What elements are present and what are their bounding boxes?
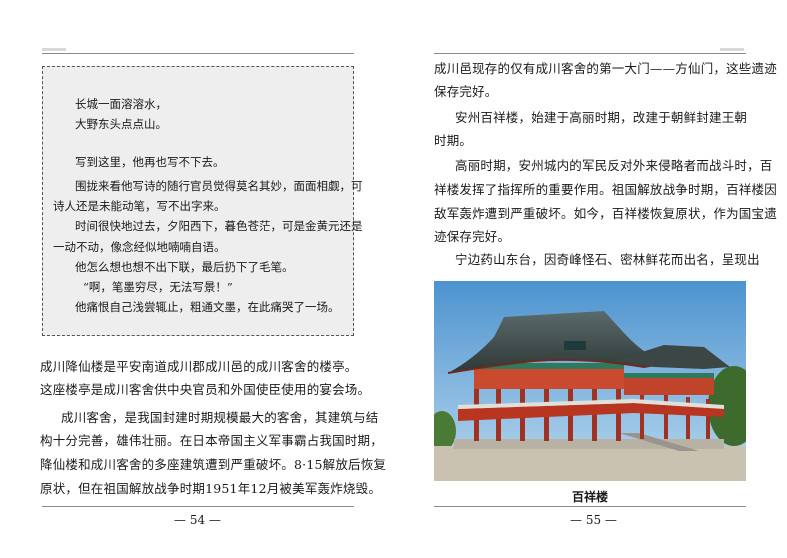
footer-rule bbox=[42, 506, 354, 507]
body-line: 迹保存完好。 bbox=[434, 229, 511, 244]
body-line: 成川客舍，是我国封建时期规模最大的客舍，其建筑与结 bbox=[61, 410, 379, 425]
body-line: 高丽时期，安州城内的军民反对外来侵略者而战斗时，百 bbox=[455, 158, 773, 173]
box-line: 围拢来看他写诗的随行官员觉得莫名其妙，面面相觑，可 bbox=[75, 179, 363, 193]
pavilion-photo bbox=[434, 281, 746, 481]
left-page: 长城一面溶溶水， 大野东头点点山。 写到这里，他再也写不下去。 围拢来看他写诗的… bbox=[0, 0, 393, 558]
box-line: 时间很快地过去，夕阳西下，暮色苍茫，可是金黄元还是 bbox=[75, 219, 363, 233]
box-line: 写到这里，他再也写不下去。 bbox=[75, 155, 225, 169]
photo-caption: 百祥楼 bbox=[571, 490, 608, 504]
page-number: — 55 — bbox=[570, 513, 617, 527]
box-line: 诗人还是未能动笔，写不出字来。 bbox=[53, 199, 226, 213]
footer-rule bbox=[434, 506, 746, 507]
body-line: 敌军轰炸遭到严重破坏。如今，百祥楼恢复原状，作为国宝遗 bbox=[434, 206, 777, 221]
body-line: 成川降仙楼是平安南道成川郡成川邑的成川客舍的楼亭。 bbox=[40, 359, 358, 374]
body-line: 保存完好。 bbox=[434, 84, 498, 99]
header-rule bbox=[42, 53, 354, 54]
body-line: 时期。 bbox=[434, 133, 473, 148]
body-line: 祥楼发挥了指挥所的重要作用。祖国解放战争时期，百祥楼因 bbox=[434, 182, 777, 197]
header-decoration bbox=[42, 48, 66, 51]
body-line: 宁边药山东台，因奇峰怪石、密林鲜花而出名，呈现出 bbox=[455, 252, 760, 267]
box-line: 他痛恨自己浅尝辄止，粗通文墨，在此痛哭了一场。 bbox=[75, 300, 340, 314]
header-decoration bbox=[720, 48, 744, 51]
body-line: 降仙楼和成川客舍的多座建筑遭到严重破坏。8·15解放后恢复 bbox=[40, 457, 387, 472]
box-line: 他怎么想也想不出下联，最后扔下了毛笔。 bbox=[75, 260, 294, 274]
box-line: 大野东头点点山。 bbox=[75, 117, 167, 131]
page-number: — 54 — bbox=[174, 513, 221, 527]
body-line: 原状，但在祖国解放战争时期1951年12月被美军轰炸烧毁。 bbox=[40, 481, 382, 496]
box-line: “啊，笔墨穷尽，无法写景！” bbox=[83, 280, 233, 294]
box-line: 一动不动，像念经似地喃喃自语。 bbox=[53, 240, 226, 254]
body-line: 这座楼亭是成川客舍供中央官员和外国使臣使用的宴会场。 bbox=[40, 382, 371, 397]
poem-excerpt-box: 长城一面溶溶水， 大野东头点点山。 写到这里，他再也写不下去。 围拢来看他写诗的… bbox=[42, 66, 363, 336]
body-line: 构十分完善，雄伟壮丽。在日本帝国主义军事霸占我国时期， bbox=[40, 433, 383, 448]
box-line: 长城一面溶溶水， bbox=[75, 97, 167, 111]
body-line: 成川邑现存的仅有成川客舍的第一大门——方仙门，这些遗迹 bbox=[434, 61, 777, 76]
header-rule bbox=[434, 53, 746, 54]
body-line: 安州百祥楼，始建于高丽时期，改建于朝鲜封建王朝 bbox=[455, 110, 748, 125]
